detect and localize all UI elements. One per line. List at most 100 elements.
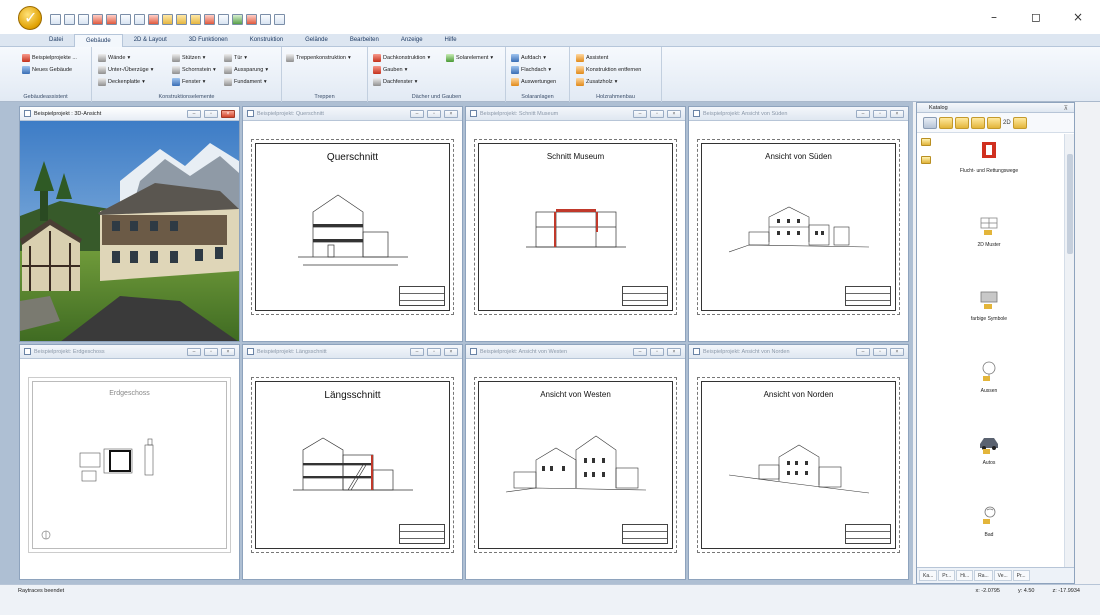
gauben-button[interactable]: Gauben ▾ <box>373 64 407 75</box>
pane-restore-button[interactable]: ▫ <box>204 348 218 356</box>
redo-icon[interactable] <box>78 14 89 25</box>
pane-restore-button[interactable]: ▫ <box>204 110 218 118</box>
folder-icon[interactable] <box>190 14 201 25</box>
pane-close-button[interactable]: × <box>444 110 458 118</box>
schornstein-button[interactable]: Schornstein ▾ <box>172 64 216 75</box>
3d-render-icon[interactable] <box>106 14 117 25</box>
auswertungen-button[interactable]: Auswertungen <box>511 76 556 87</box>
catalog-item-flucht[interactable]: Flucht- und Rettungswege <box>931 140 1047 174</box>
pane-3d-view[interactable]: Beispielprojekt : 3D-Ansicht – ▫ × <box>19 106 240 342</box>
solarelement-button[interactable]: Solarelement ▾ <box>446 52 493 63</box>
catalog-item-2d-muster[interactable]: 2D Muster <box>931 214 1047 248</box>
pane-ansicht-sueden[interactable]: Beispielprojekt: Ansicht von Süden – ▫ ×… <box>688 106 909 342</box>
tab-hilfe[interactable]: Hi... <box>956 570 974 581</box>
drawing-viewport[interactable]: Erdgeschoss <box>20 359 239 579</box>
pane-minimize-button[interactable]: – <box>410 348 424 356</box>
pane-close-button[interactable]: × <box>667 110 681 118</box>
waende-button[interactable]: Wände ▾ <box>98 52 130 63</box>
tab-datei[interactable]: Datei <box>38 34 74 47</box>
paint-icon[interactable] <box>260 14 271 25</box>
drawing-viewport[interactable]: Querschnitt <box>243 121 462 341</box>
unterzuege-button[interactable]: Unter-/Überzüge ▾ <box>98 64 153 75</box>
catalog-folder-icon[interactable] <box>1012 116 1027 129</box>
wall-icon[interactable] <box>232 14 243 25</box>
catalog-back-icon[interactable] <box>923 116 937 129</box>
print-icon[interactable] <box>176 14 187 25</box>
tab-bearbeiten[interactable]: Bearbeiten <box>339 34 390 47</box>
assistent-button[interactable]: Assistent <box>576 52 608 63</box>
catalog-folder-icon[interactable] <box>987 116 1001 129</box>
drawing-viewport[interactable]: Schnitt Museum <box>466 121 685 341</box>
drawing-viewport[interactable]: Längsschnitt <box>243 359 462 579</box>
3d-render-viewport[interactable] <box>20 121 239 341</box>
pane-close-button[interactable]: × <box>221 110 235 118</box>
maximize-button[interactable]: ◻ <box>1028 10 1044 24</box>
catalog-folder-icon[interactable] <box>971 116 985 129</box>
pane-restore-button[interactable]: ▫ <box>650 348 664 356</box>
catalog-item-aussen[interactable]: Aussen <box>931 360 1047 394</box>
layout-icon[interactable] <box>120 14 131 25</box>
pane-erdgeschoss[interactable]: Beispielprojekt: Erdgeschoss – ▫ × Erdge… <box>19 344 240 580</box>
catalog-2d-filter[interactable]: 2D <box>1003 120 1011 126</box>
dropdown-icon[interactable] <box>274 14 285 25</box>
pane-close-button[interactable]: × <box>890 348 904 356</box>
pane-restore-button[interactable]: ▫ <box>427 110 441 118</box>
pane-querschnitt[interactable]: Beispielprojekt: Querschnitt – ▫ × Quers… <box>242 106 463 342</box>
undo-icon[interactable] <box>64 14 75 25</box>
tab-gebaeude[interactable]: Gebäude <box>74 34 123 47</box>
pane-ansicht-westen[interactable]: Beispielprojekt: Ansicht von Westen – ▫ … <box>465 344 686 580</box>
pane-minimize-button[interactable]: – <box>187 348 201 356</box>
tab-gelaende[interactable]: Gelände <box>294 34 339 47</box>
pane-restore-button[interactable]: ▫ <box>873 348 887 356</box>
scroll-thumb[interactable] <box>1067 154 1073 254</box>
save-icon[interactable] <box>162 14 173 25</box>
dachfenster-button[interactable]: Dachfenster ▾ <box>373 76 417 87</box>
minimize-button[interactable]: – <box>986 10 1002 24</box>
close-button[interactable]: × <box>1070 10 1086 24</box>
pane-minimize-button[interactable]: – <box>633 348 647 356</box>
catalog-item-autos[interactable]: Autos <box>931 432 1047 466</box>
aussparung-button[interactable]: Aussparung ▾ <box>224 64 268 75</box>
pane-minimize-button[interactable]: – <box>633 110 647 118</box>
pane-close-button[interactable]: × <box>221 348 235 356</box>
tab-katalog[interactable]: Ka... <box>919 570 938 581</box>
pane-minimize-button[interactable]: – <box>856 348 870 356</box>
pane-close-button[interactable]: × <box>444 348 458 356</box>
zoom-icon[interactable] <box>218 14 229 25</box>
pane-restore-button[interactable]: ▫ <box>427 348 441 356</box>
pane-close-button[interactable]: × <box>890 110 904 118</box>
catalog-folder-icon[interactable] <box>955 116 969 129</box>
tab-pv[interactable]: Pr... <box>1012 570 1030 581</box>
pane-ansicht-norden[interactable]: Beispielprojekt: Ansicht von Norden – ▫ … <box>688 344 909 580</box>
catalog-item-farbige-symbole[interactable]: farbige Symbole <box>931 288 1047 322</box>
tab-raum[interactable]: Ra... <box>974 570 993 581</box>
pane-close-button[interactable]: × <box>667 348 681 356</box>
floor-plan-icon[interactable] <box>148 14 159 25</box>
tab-anzeige[interactable]: Anzeige <box>390 34 434 47</box>
tab-konstruktion[interactable]: Konstruktion <box>239 34 294 47</box>
pane-minimize-button[interactable]: – <box>187 110 201 118</box>
fenster-button[interactable]: Fenster ▾ <box>172 76 205 87</box>
fundament-button[interactable]: Fundament ▾ <box>224 76 267 87</box>
neues-gebaeude-button[interactable]: Neues Gebäude <box>22 64 72 75</box>
tab-3d-funktionen[interactable]: 3D Funktionen <box>178 34 239 47</box>
app-logo[interactable] <box>18 6 42 30</box>
dachkonstruktion-button[interactable]: Dachkonstruktion ▾ <box>373 52 430 63</box>
tab-ve[interactable]: Ve... <box>993 570 1012 581</box>
door-icon[interactable] <box>246 14 257 25</box>
pane-laengsschnitt[interactable]: Beispielprojekt: Längsschnitt – ▫ × Läng… <box>242 344 463 580</box>
pin-icon[interactable]: ⊼ <box>1064 104 1068 114</box>
pane-restore-button[interactable]: ▫ <box>873 110 887 118</box>
tab-hilfe[interactable]: Hilfe <box>434 34 468 47</box>
pane-minimize-button[interactable]: – <box>856 110 870 118</box>
zusatzholz-button[interactable]: Zusatzholz ▾ <box>576 76 617 87</box>
pane-restore-button[interactable]: ▫ <box>650 110 664 118</box>
folder-icon[interactable] <box>921 156 931 164</box>
3d-view-icon[interactable] <box>92 14 103 25</box>
konstruktion-entfernen-button[interactable]: Konstruktion entfernen <box>576 64 641 75</box>
tab-2d-layout[interactable]: 2D & Layout <box>123 34 178 47</box>
aufdach-button[interactable]: Aufdach ▾ <box>511 52 546 63</box>
catalog-item-bad[interactable]: Bad <box>931 504 1047 538</box>
drawing-viewport[interactable]: Ansicht von Westen <box>466 359 685 579</box>
grid-icon[interactable] <box>134 14 145 25</box>
